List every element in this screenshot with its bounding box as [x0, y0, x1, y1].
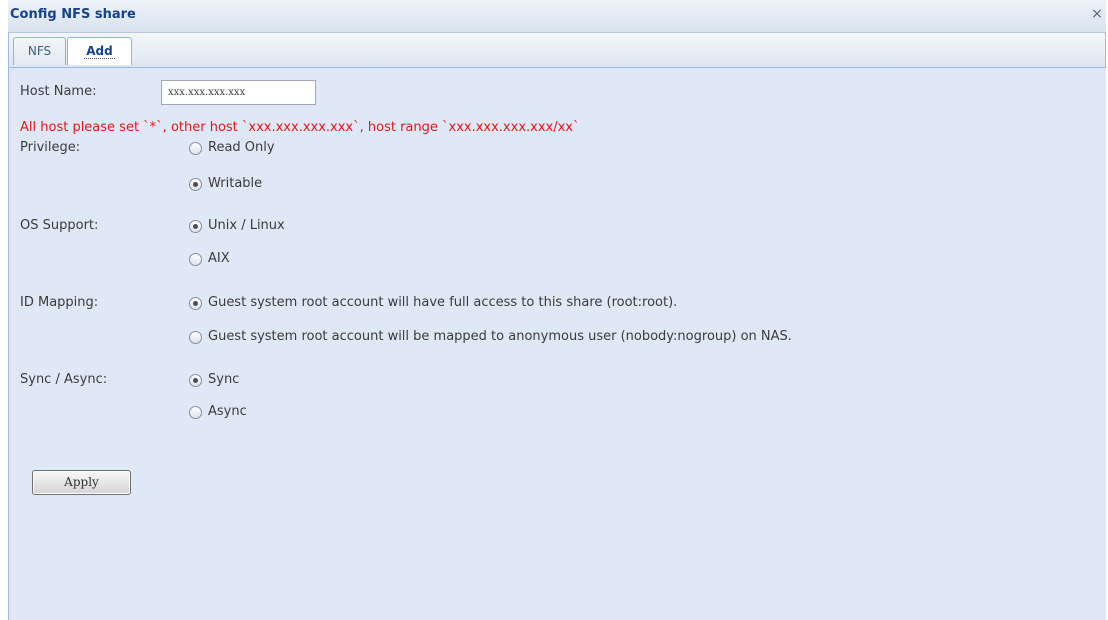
- host-name-label: Host Name:: [20, 84, 97, 99]
- radio-button-icon[interactable]: [189, 297, 202, 310]
- form-panel: Host Name: xxx.xxx.xxx.xxx All host plea…: [8, 67, 1106, 620]
- title-bar: Config NFS share ×: [8, 0, 1106, 33]
- radio-button-icon[interactable]: [189, 178, 202, 191]
- close-icon[interactable]: ×: [1090, 6, 1104, 22]
- sync-label: Sync: [208, 372, 240, 387]
- tab-add-label: Add: [84, 44, 115, 59]
- id-mapping-label: ID Mapping:: [20, 295, 99, 310]
- tab-nfs[interactable]: NFS: [13, 37, 66, 65]
- id-mapping-root-label: Guest system root account will have full…: [208, 295, 678, 310]
- privilege-read-only-label: Read Only: [208, 140, 275, 155]
- host-name-input[interactable]: xxx.xxx.xxx.xxx: [161, 80, 316, 105]
- privilege-writable-label: Writable: [208, 176, 263, 191]
- async-label: Async: [208, 404, 247, 419]
- radio-button-icon[interactable]: [189, 374, 202, 387]
- radio-button-icon[interactable]: [189, 142, 202, 155]
- id-mapping-anonymous-label: Guest system root account will be mapped…: [208, 329, 792, 344]
- radio-button-icon[interactable]: [189, 253, 202, 266]
- tab-add[interactable]: Add: [67, 37, 132, 65]
- apply-button[interactable]: Apply: [32, 470, 131, 495]
- privilege-label: Privilege:: [20, 140, 81, 155]
- tab-bar: NFS Add: [8, 33, 1106, 67]
- os-aix-label: AIX: [208, 251, 230, 266]
- os-unix-linux-label: Unix / Linux: [208, 218, 285, 233]
- radio-button-icon[interactable]: [189, 220, 202, 233]
- sync-async-label: Sync / Async:: [20, 372, 108, 387]
- radio-button-icon[interactable]: [189, 331, 202, 344]
- radio-button-icon[interactable]: [189, 406, 202, 419]
- os-support-label: OS Support:: [20, 218, 99, 233]
- dialog-title: Config NFS share: [10, 7, 136, 22]
- host-hint-text: All host please set `*`, other host `xxx…: [20, 120, 580, 135]
- tab-nfs-label: NFS: [27, 44, 52, 58]
- config-nfs-dialog: Config NFS share × NFS Add Host Name: xx…: [8, 0, 1106, 620]
